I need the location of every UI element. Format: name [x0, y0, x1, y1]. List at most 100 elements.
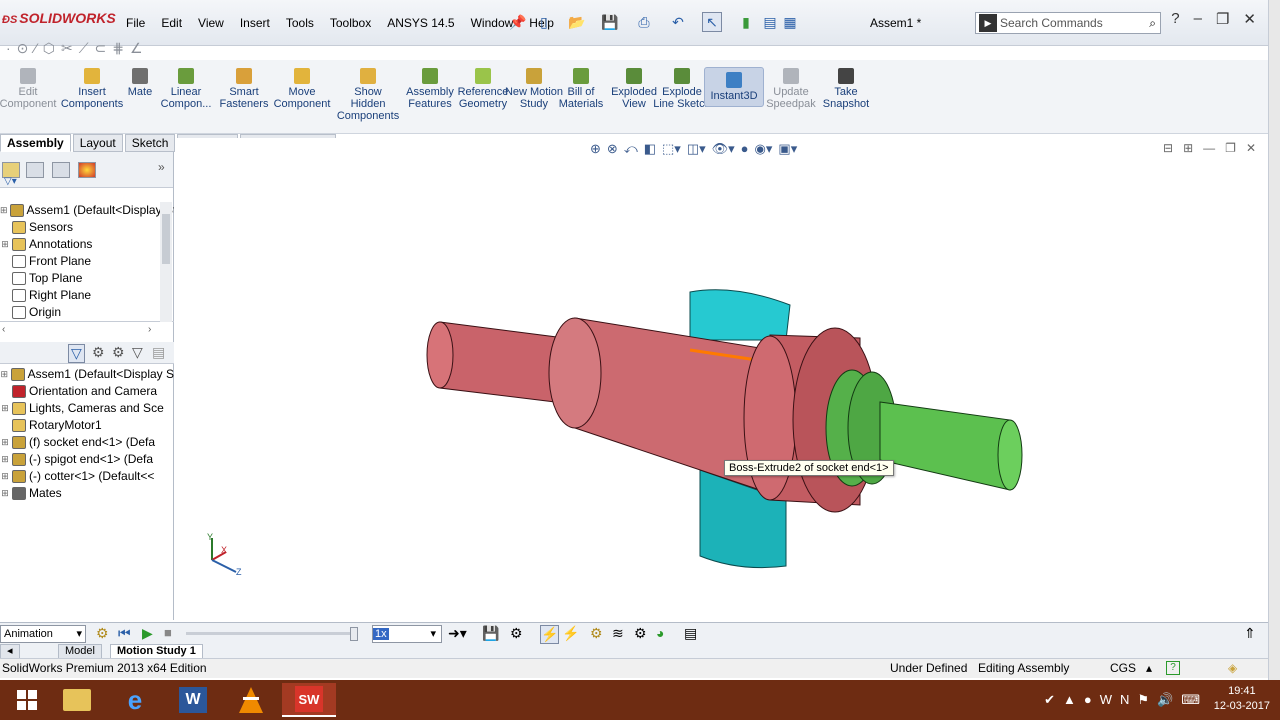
select-cursor-icon[interactable]: ↖ [702, 12, 722, 32]
tab-motion-study-1[interactable]: Motion Study 1 [110, 644, 203, 659]
collapse-motion-manager-icon[interactable]: ⇑ [1244, 625, 1256, 642]
calculate-icon[interactable]: ⚙ [96, 625, 109, 642]
expand-toggle-icon[interactable]: ⊞ [0, 451, 10, 468]
tree-item[interactable]: ⊞ (-) cotter<1> (Default<< [0, 468, 174, 485]
damper-icon[interactable]: ⚙ [634, 625, 647, 642]
ribbon-button-instant3d[interactable]: Instant3D [704, 67, 764, 107]
expand-toggle-icon[interactable]: ⊞ [0, 434, 10, 451]
playback-slider-thumb[interactable] [350, 627, 358, 641]
offset-icon[interactable]: ⊂ [95, 40, 107, 60]
network-warning-icon[interactable]: ⚑ [1137, 692, 1149, 708]
menu-edit[interactable]: Edit [153, 14, 190, 32]
zoom-to-area-icon[interactable]: ⊗ [607, 141, 618, 159]
expand-chevron-icon[interactable]: » [158, 160, 165, 174]
expand-toggle-icon[interactable]: ⊞ [0, 485, 10, 502]
viewport-minimize-icon[interactable]: — [1203, 141, 1215, 155]
filter-animated-icon[interactable]: ▽ [68, 344, 85, 363]
ribbon-button-assembly-features[interactable]: Assembly Features [400, 68, 460, 110]
file-properties-icon[interactable]: ▤ [760, 12, 780, 32]
search-commands-box[interactable]: ▶ Search Commands ⌕ [975, 12, 1161, 34]
spring-icon[interactable]: ≋ [612, 625, 624, 642]
tree-item[interactable]: RotaryMotor1 [0, 417, 174, 434]
results-plots-icon[interactable]: ▤ [684, 625, 697, 642]
security-icon[interactable]: ✔ [1044, 692, 1055, 708]
tab-layout[interactable]: Layout [72, 134, 123, 152]
tree-item[interactable]: Origin [0, 304, 174, 321]
socket-end[interactable] [426, 317, 878, 513]
open-folder-icon[interactable]: 📂 [567, 12, 587, 32]
help-status-icon[interactable]: ? [1166, 661, 1180, 675]
configurationmanager-tab-icon[interactable] [52, 162, 70, 178]
stop-icon[interactable]: ■ [164, 625, 172, 640]
tag-icon[interactable]: ◈ [1228, 661, 1237, 675]
ribbon-button-show-hidden-components[interactable]: Show Hidden Components [337, 68, 399, 122]
tab-assembly[interactable]: Assembly [0, 134, 71, 152]
dot-icon[interactable]: · [6, 40, 11, 60]
help-icon[interactable]: ? [1171, 10, 1179, 28]
ribbon-button-smart-fasteners[interactable]: Smart Fasteners [214, 68, 274, 110]
expand-toggle-icon[interactable]: ⊞ [0, 400, 10, 417]
tree-item[interactable]: ⊞ Lights, Cameras and Sce [0, 400, 174, 417]
polygon-icon[interactable]: ⬡ [43, 40, 55, 60]
ribbon-button-edit-component[interactable]: Edit Component [0, 68, 58, 110]
add-key-icon[interactable]: ⚡ [562, 625, 579, 642]
antivirus-icon[interactable]: ● [1084, 692, 1092, 708]
animation-wizard-icon[interactable]: ⚙ [510, 625, 523, 642]
unit-chevron-icon[interactable]: ▴ [1146, 661, 1152, 675]
internet-explorer-icon[interactable]: e [108, 683, 162, 717]
play-from-start-icon[interactable]: ⏮ [118, 625, 131, 642]
display-manager-tab-icon[interactable] [78, 162, 96, 178]
ribbon-button-take-snapshot[interactable]: Take Snapshot [816, 68, 876, 110]
view-orientation-icon[interactable]: ⬚▾ [662, 141, 681, 159]
autokey-icon[interactable]: ⚡ [540, 625, 560, 644]
vertical-scrollbar[interactable] [160, 202, 172, 322]
tree-item[interactable]: Top Plane [0, 270, 174, 287]
menu-view[interactable]: View [190, 14, 232, 32]
ribbon-button-bill-of-materials[interactable]: Bill of Materials [551, 68, 611, 110]
vlc-tray-icon[interactable]: ▲ [1063, 692, 1076, 708]
study-type-select[interactable]: Animation ▾ [0, 625, 86, 643]
search-input[interactable]: Search Commands [1000, 16, 1149, 30]
filter-disabled-icon[interactable]: ▤ [152, 344, 165, 361]
save-icon[interactable]: 💾 [600, 12, 620, 32]
tile-vertical-icon[interactable]: ⊞ [1183, 141, 1193, 155]
viewport-close-icon[interactable]: ✕ [1246, 141, 1256, 155]
save-animation-icon[interactable]: 💾 [482, 625, 499, 642]
propertymanager-tab-icon[interactable] [26, 162, 44, 178]
menu-tools[interactable]: Tools [278, 14, 322, 32]
print-icon[interactable]: ⎙ [634, 12, 654, 32]
circle-icon[interactable]: ⊙ [17, 40, 29, 60]
tree-item[interactable]: ⊞ Assem1 (Default<Display S [0, 366, 174, 383]
graphics-area[interactable]: Y X Z [176, 138, 1268, 622]
zoom-to-fit-icon[interactable]: ⊕ [590, 141, 601, 159]
tree-item[interactable]: Front Plane [0, 253, 174, 270]
keyboard-icon[interactable]: ⌨ [1181, 692, 1200, 708]
viewport-restore-icon[interactable]: ❐ [1225, 141, 1236, 155]
play-icon[interactable]: ▶ [142, 625, 153, 642]
search-icon[interactable]: ⌕ [1149, 16, 1160, 31]
playback-slider[interactable] [186, 632, 356, 635]
nav-first-icon[interactable]: ◂ [0, 644, 20, 659]
windows-start-icon[interactable] [0, 683, 54, 717]
expand-toggle-icon[interactable]: ⊞ [0, 366, 9, 383]
scroll-thumb[interactable] [162, 214, 170, 264]
expand-toggle-icon[interactable]: ⊞ [0, 236, 10, 253]
angle-icon[interactable]: ∠ [130, 40, 143, 60]
ribbon-button-explode-line-sketch[interactable]: Explode Line Sketch [652, 68, 712, 110]
volume-icon[interactable]: 🔊 [1157, 692, 1173, 708]
menu-ansys[interactable]: ANSYS 14.5 [379, 14, 462, 32]
ribbon-button-move-component[interactable]: Move Component [272, 68, 332, 110]
ribbon-button-update-speedpak[interactable]: Update Speedpak [761, 68, 821, 110]
expand-toggle-icon[interactable]: ⊞ [0, 468, 10, 485]
filter-results-icon[interactable]: ▽ [132, 344, 143, 361]
onenote-icon[interactable]: N [1120, 692, 1129, 708]
word-icon[interactable]: W [166, 683, 220, 717]
rebuild-icon[interactable]: ▮ [736, 12, 756, 32]
pin-icon[interactable]: 📌 [508, 12, 528, 32]
solidworks-logo[interactable]: ƉS SOLIDWORKS [2, 10, 116, 26]
ribbon-button-linear-compon[interactable]: Linear Compon... [156, 68, 216, 110]
contact-icon[interactable]: ◕ [656, 625, 664, 641]
pattern-icon[interactable]: ⋕ [112, 40, 124, 60]
playback-mode-icon[interactable]: ➜▾ [448, 625, 467, 642]
expand-toggle-icon[interactable]: ⊞ [0, 202, 8, 219]
